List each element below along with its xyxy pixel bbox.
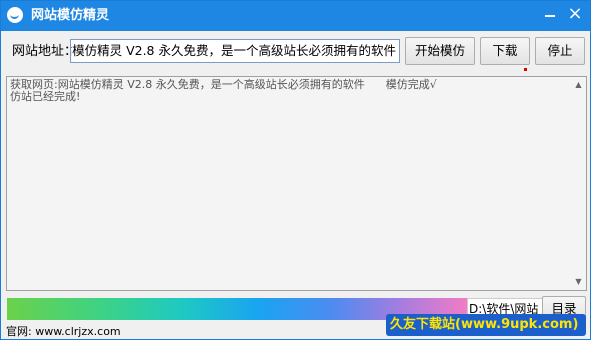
log-line: 仿站已经完成! [10,90,81,103]
watermark-badge: 久友下载站(www.9upk.com) [386,314,586,336]
title-bar[interactable]: 网站模仿精灵 × [1,1,590,31]
stop-button[interactable]: 停止 [535,37,585,65]
scroll-down-icon[interactable]: ▼ [573,277,584,287]
log-output[interactable]: 获取网页:网站模仿精灵 V2.8 永久免费，是一个高级站长必须拥有的软件 模仿完… [6,76,587,291]
url-input[interactable]: 站模仿精灵 V2.8 永久免费，是一个高级站长必须拥有的软件 [70,39,400,63]
download-button[interactable]: 下载 [480,37,530,65]
watermark-text: 久友下载站(www.9upk.com) [390,317,579,332]
url-label: 网站地址： [12,44,78,59]
website-link[interactable]: 官网: www.clrjzx.com [6,325,121,339]
minimize-button[interactable] [539,4,561,24]
status-dot [524,68,527,71]
app-window: 网站模仿精灵 × 网站地址： 站模仿精灵 V2.8 永久免费，是一个高级站长必须… [0,0,591,340]
url-input-value: 站模仿精灵 V2.8 永久免费，是一个高级站长必须拥有的软件 [70,43,396,58]
close-button[interactable]: × [564,4,586,24]
start-imitate-button[interactable]: 开始模仿 [405,37,475,65]
app-logo-icon [7,7,23,23]
window-title: 网站模仿精灵 [31,8,110,23]
scroll-up-icon[interactable]: ▲ [573,80,584,90]
